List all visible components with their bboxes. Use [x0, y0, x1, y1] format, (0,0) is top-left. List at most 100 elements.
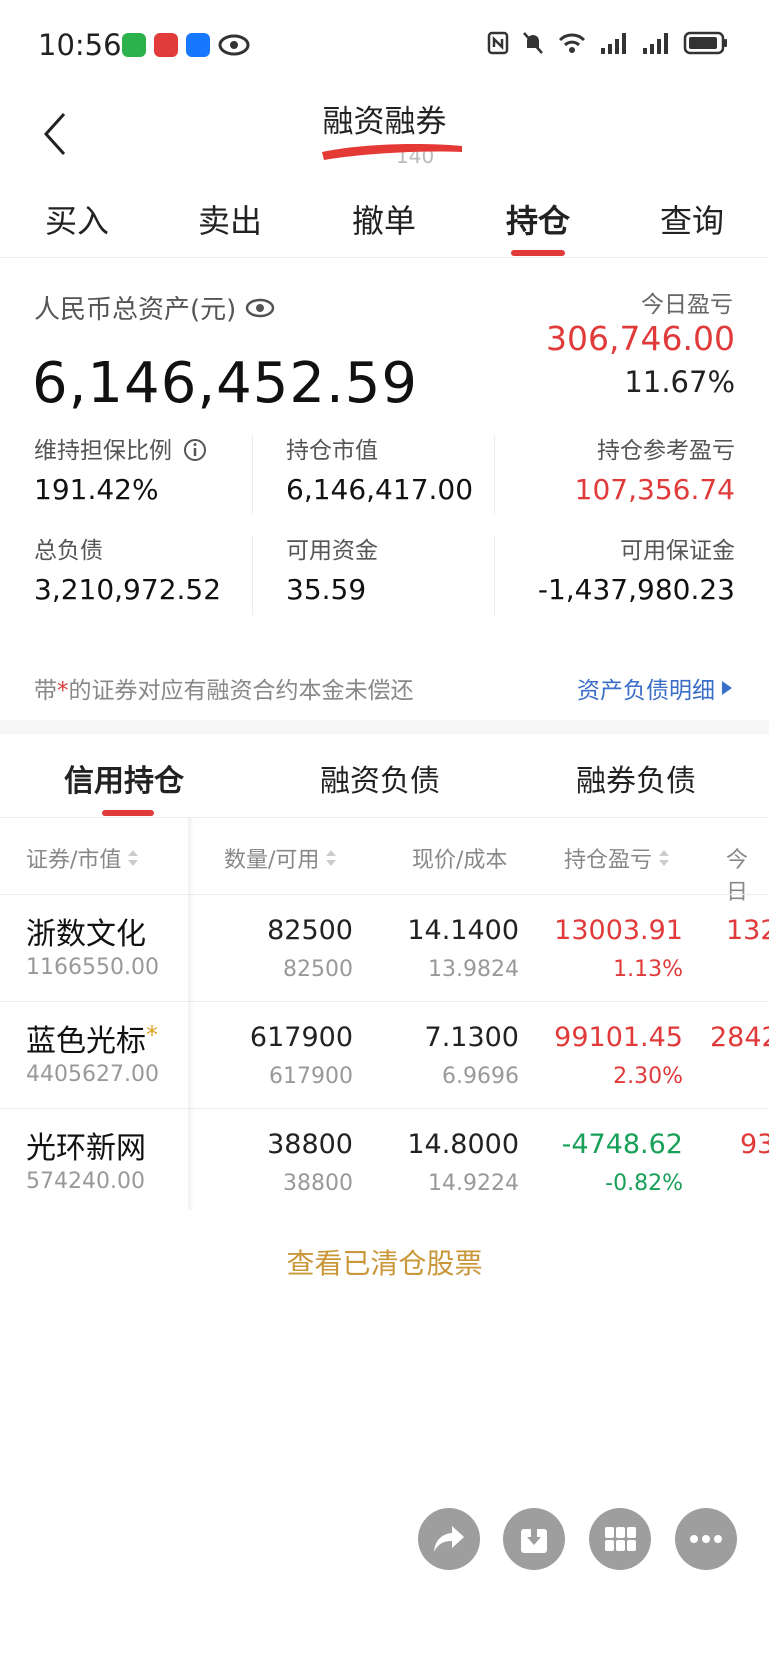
quantity: 617900 [249, 1022, 353, 1053]
today-pnl-value: 306,746.00 [546, 319, 735, 358]
available-margin-label: 可用保证金 [620, 538, 735, 564]
position-market-value: 6,146,417.00 [286, 473, 474, 506]
section-gap [0, 720, 769, 734]
cost-price: 6.9696 [442, 1064, 519, 1089]
nfc-icon [487, 31, 509, 55]
total-assets-value: 6,146,452.59 [32, 351, 419, 416]
maintenance-ratio-label-row: 维持担保比例 [34, 431, 207, 465]
position-ref-pnl-value: 107,356.74 [574, 473, 735, 506]
active-tab-indicator [511, 250, 565, 256]
total-liabilities-value: 3,210,972.52 [34, 573, 222, 606]
today-pnl: 2842 [710, 1022, 769, 1053]
download-button[interactable] [503, 1508, 565, 1570]
position-market-value-label: 持仓市值 [286, 438, 378, 464]
position-pnl-percent: 1.13% [613, 957, 683, 982]
header-price-cost: 现价/成本 [412, 848, 508, 873]
sort-icon [326, 850, 337, 866]
divider [252, 435, 253, 515]
divider [252, 535, 253, 615]
security-name: 光环新网 [26, 1131, 146, 1166]
tab-query[interactable]: 查询 [632, 196, 752, 242]
download-icon [521, 1525, 547, 1553]
today-pnl-label: 今日盈亏 [641, 292, 733, 318]
available-margin-value: -1,437,980.23 [537, 573, 735, 606]
position-sub-tabs: 信用持仓 融资负债 融券负债 [0, 734, 769, 818]
tab-margin-liabilities[interactable]: 融资负债 [320, 756, 440, 800]
market-value: 4405627.00 [26, 1062, 159, 1087]
tab-short-liabilities[interactable]: 融券负债 [576, 756, 696, 800]
header-security-mv[interactable]: 证券/市值 [26, 842, 139, 874]
status-time: 10:56 [38, 28, 122, 62]
current-price: 14.1400 [407, 915, 519, 946]
app-blue-icon [186, 33, 210, 57]
header-position-pnl[interactable]: 持仓盈亏 [564, 842, 670, 874]
header-qty-avail[interactable]: 数量/可用 [224, 842, 337, 874]
apps-grid-button[interactable] [589, 1508, 651, 1570]
tab-sell[interactable]: 卖出 [170, 196, 290, 242]
quantity: 82500 [267, 915, 353, 946]
cost-price: 13.9824 [428, 957, 519, 982]
available: 617900 [269, 1064, 353, 1089]
tab-credit-positions[interactable]: 信用持仓 [64, 756, 184, 800]
position-pnl: 99101.45 [554, 1022, 683, 1053]
market-value: 574240.00 [26, 1169, 145, 1194]
today-pnl-percent: 11.67% [624, 365, 735, 399]
current-price: 14.8000 [407, 1129, 519, 1160]
current-price: 7.1300 [424, 1022, 519, 1053]
notification-icons [122, 33, 250, 57]
asset-liability-detail-link[interactable]: 资产负债明细 [577, 671, 733, 705]
total-assets-label: 人民币总资产(元) [34, 295, 237, 325]
security-name: 浙数文化 [26, 917, 146, 952]
cost-price: 14.9224 [428, 1171, 519, 1196]
sort-icon [128, 850, 139, 866]
maintenance-ratio-value: 191.42% [34, 473, 159, 506]
signal-icon-1 [601, 33, 626, 54]
info-icon[interactable] [183, 438, 207, 462]
table-row[interactable]: 浙数文化 1166550.00 82500 82500 14.1400 13.9… [0, 894, 769, 1001]
triangle-right-icon [722, 681, 732, 695]
today-pnl: 132 [726, 915, 769, 946]
app-red-icon [154, 33, 178, 57]
sort-icon [659, 850, 670, 866]
grid-icon [605, 1527, 636, 1551]
total-liabilities-label: 总负债 [34, 538, 103, 564]
wifi-icon [558, 33, 586, 53]
status-bar: 10:56 [0, 0, 769, 92]
eye-notification-icon [218, 34, 250, 56]
divider [494, 435, 495, 515]
table-row[interactable]: 光环新网 574240.00 38800 38800 14.8000 14.92… [0, 1108, 769, 1210]
today-pnl: 93 [740, 1129, 769, 1160]
battery-icon [683, 31, 727, 55]
table-row[interactable]: 蓝色光标* 4405627.00 617900 617900 7.1300 6.… [0, 1001, 769, 1108]
wechat-icon [122, 33, 146, 57]
share-button[interactable] [418, 1508, 480, 1570]
more-button[interactable] [675, 1508, 737, 1570]
tab-cancel-order[interactable]: 撤单 [324, 196, 444, 242]
tab-positions[interactable]: 持仓 [478, 196, 598, 242]
position-pnl-percent: -0.82% [605, 1171, 683, 1196]
available-funds-label: 可用资金 [286, 538, 378, 564]
divider [494, 535, 495, 615]
quantity: 38800 [267, 1129, 353, 1160]
top-tabs: 买入 卖出 撤单 持仓 查询 [0, 188, 769, 258]
view-cleared-stocks-link[interactable]: 查看已清仓股票 [0, 1242, 769, 1282]
red-scribble-mark [322, 144, 462, 160]
tab-buy[interactable]: 买入 [17, 196, 137, 242]
security-name: 蓝色光标* [26, 1021, 158, 1059]
share-arrow-icon [434, 1526, 464, 1552]
position-ref-pnl-label: 持仓参考盈亏 [597, 438, 735, 464]
position-pnl: 13003.91 [554, 915, 683, 946]
total-assets-label-row: 人民币总资产(元) [34, 289, 276, 326]
available-funds-value: 35.59 [286, 573, 367, 606]
positions-table: 证券/市值 数量/可用 现价/成本 持仓盈亏 今日 浙数文化 1166550.0… [0, 818, 769, 1210]
available: 38800 [283, 1171, 353, 1196]
signal-icon-2 [643, 33, 668, 54]
more-dots-icon [690, 1535, 722, 1543]
position-pnl-percent: 2.30% [613, 1064, 683, 1089]
position-pnl: -4748.62 [561, 1129, 683, 1160]
system-icons [487, 30, 729, 56]
maintenance-ratio-label: 维持担保比例 [34, 438, 172, 464]
eye-toggle-icon[interactable] [244, 297, 276, 319]
available: 82500 [283, 957, 353, 982]
nav-header: 融资融券 140 [0, 92, 769, 188]
